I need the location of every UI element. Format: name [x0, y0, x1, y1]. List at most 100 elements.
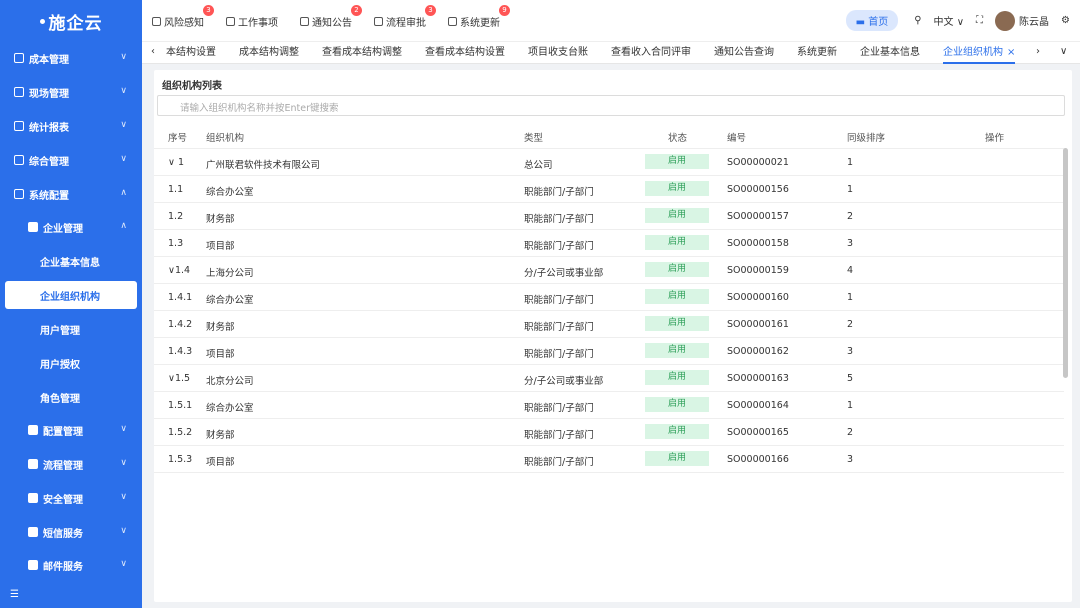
sidebar-item-10[interactable]: 角色管理 [0, 383, 142, 411]
cell-sort: 2 [847, 319, 854, 330]
sidebar-item-label: 企业管理 [43, 223, 83, 235]
search-icon[interactable]: ⚲ [914, 15, 921, 26]
cell-type: 分/子公司或事业部 [524, 268, 604, 279]
cell-code: SO00000159 [727, 265, 789, 276]
collapse-menu-icon[interactable]: ☰ [10, 589, 19, 600]
top-header: 风险感知 3 工作事项 通知公告 2 流程审批 3 系统更新 9 ▬ 首页 ⚲ 中文 ∨ ⛶ 陈… [142, 0, 1080, 42]
table-row[interactable]: 1.1 综合办公室 职能部门/子部门 启用 SO00000156 1 [154, 176, 1064, 203]
sidebar-item-label: 综合管理 [29, 156, 69, 168]
settings-gear-icon[interactable]: ⚙ [1061, 15, 1070, 26]
sidebar-item-4[interactable]: 系统配置 ∧ [0, 180, 142, 208]
language-select[interactable]: 中文 ∨ [934, 13, 965, 28]
table-row[interactable]: 1.5.1 综合办公室 职能部门/子部门 启用 SO00000164 1 [154, 392, 1064, 419]
tab-1[interactable]: 成本结构调整 [239, 42, 299, 64]
table-row[interactable]: 1.5.3 项目部 职能部门/子部门 启用 SO00000166 3 [154, 446, 1064, 473]
cell-no: 1.5.3 [168, 454, 193, 465]
logo[interactable]: 施企云 [0, 0, 142, 42]
table-row[interactable]: ∨1.4 上海分公司 分/子公司或事业部 启用 SO00000159 4 [154, 257, 1064, 284]
cell-code: SO00000163 [727, 373, 789, 384]
cell-no: 1.4.3 [168, 346, 193, 357]
tabs-menu-chevron-icon[interactable]: ∨ [1060, 46, 1067, 57]
tab-9[interactable]: 企业组织机构 × [943, 42, 1016, 64]
header-nav-item-3[interactable]: 流程审批 3 [374, 5, 436, 29]
tab-3[interactable]: 查看成本结构设置 [425, 42, 505, 64]
sidebar-item-label: 用户授权 [40, 359, 80, 371]
sidebar-item-6[interactable]: 企业基本信息 [0, 247, 142, 275]
sidebar-item-1[interactable]: 现场管理 ∨ [0, 78, 142, 106]
tab-7[interactable]: 系统更新 [797, 42, 837, 64]
sidebar-item-2[interactable]: 统计报表 ∨ [0, 112, 142, 140]
table-row[interactable]: ∨ 1 广州联君软件技术有限公司 总公司 启用 SO00000021 1 [154, 149, 1064, 176]
sidebar-item-7[interactable]: 企业组织机构 [5, 281, 137, 309]
tabs-scroll-right-icon[interactable]: › [1036, 46, 1040, 57]
chevron-icon: ∨ [120, 458, 127, 468]
table-row[interactable]: 1.4.1 综合办公室 职能部门/子部门 启用 SO00000160 1 [154, 284, 1064, 311]
sidebar-item-15[interactable]: 邮件服务 ∨ [0, 551, 142, 579]
cell-org: 财务部 [206, 430, 235, 441]
cell-code: SO00000156 [727, 184, 789, 195]
table-row[interactable]: 1.5.2 财务部 职能部门/子部门 启用 SO00000165 2 [154, 419, 1064, 446]
status-badge: 启用 [645, 289, 709, 304]
table-row[interactable]: 1.2 财务部 职能部门/子部门 启用 SO00000157 2 [154, 203, 1064, 230]
sidebar-item-12[interactable]: 流程管理 ∨ [0, 450, 142, 478]
cell-code: SO00000165 [727, 427, 789, 438]
tab-label: 本结构设置 [166, 47, 216, 58]
close-tab-icon[interactable]: × [1007, 47, 1015, 58]
sidebar-item-11[interactable]: 配置管理 ∨ [0, 416, 142, 444]
cell-sort: 5 [847, 373, 854, 384]
tab-2[interactable]: 查看成本结构调整 [322, 42, 402, 64]
cell-org: 综合办公室 [206, 295, 254, 306]
tab-6[interactable]: 通知公告查询 [714, 42, 774, 64]
table-row[interactable]: 1.4.2 财务部 职能部门/子部门 启用 SO00000161 2 [154, 311, 1064, 338]
sidebar-item-14[interactable]: 短信服务 ∨ [0, 518, 142, 546]
cell-type: 职能部门/子部门 [524, 295, 594, 306]
app: 施企云 成本管理 ∨ 现场管理 ∨ 统计报表 ∨ 综合管理 ∨ 系统配置 ∧ 企业管理 ∧ 企业基本信息… [0, 0, 1080, 608]
status-cell: 启用 [645, 181, 709, 196]
fullscreen-icon[interactable]: ⛶ [976, 15, 983, 26]
cell-no: 1.3 [168, 238, 184, 249]
header-nav-item-4[interactable]: 系统更新 9 [448, 5, 510, 29]
table-header: 序号 组织机构 类型 状态 编号 同级排序 操作 [154, 122, 1064, 149]
status-badge: 启用 [645, 262, 709, 277]
cell-org: 综合办公室 [206, 187, 254, 198]
tab-bar: ‹ 本结构设置 成本结构调整 查看成本结构调整 查看成本结构设置 项目收支台账 查看收入合… [142, 42, 1080, 64]
cell-sort: 3 [847, 346, 854, 357]
table-body: ∨ 1 广州联君软件技术有限公司 总公司 启用 SO00000021 1 1.1 综合办公室职… [154, 149, 1064, 473]
tab-5[interactable]: 查看收入合同评审 [611, 42, 691, 64]
table-row[interactable]: ∨1.5 北京分公司 分/子公司或事业部 启用 SO00000163 5 [154, 365, 1064, 392]
chevron-icon: ∨ [120, 120, 127, 130]
home-button[interactable]: ▬ 首页 [845, 10, 899, 31]
org-search-input[interactable]: 请输入组织机构名称并按Enter键搜索 [157, 95, 1065, 116]
menu-item-icon [28, 222, 38, 232]
cell-org: 财务部 [206, 322, 235, 333]
header-nav-item-0[interactable]: 风险感知 3 [152, 5, 214, 29]
header-nav-item-2[interactable]: 通知公告 2 [300, 5, 362, 29]
sidebar-item-0[interactable]: 成本管理 ∨ [0, 44, 142, 72]
cell-sort: 1 [847, 400, 854, 411]
sidebar-item-label: 企业基本信息 [40, 257, 100, 269]
avatar[interactable] [995, 10, 1016, 31]
col-sort: 同级排序 [847, 133, 886, 144]
cell-sort: 3 [847, 454, 854, 465]
menu-item-icon [28, 425, 38, 435]
notification-badge: 3 [425, 5, 436, 16]
table-row[interactable]: 1.3 项目部 职能部门/子部门 启用 SO00000158 3 [154, 230, 1064, 257]
tab-8[interactable]: 企业基本信息 [860, 42, 920, 64]
sidebar-item-9[interactable]: 用户授权 [0, 349, 142, 377]
user-name[interactable]: 陈云晶 [1019, 13, 1049, 28]
table-row[interactable]: 1.4.3 项目部 职能部门/子部门 启用 SO00000162 3 [154, 338, 1064, 365]
status-badge: 启用 [645, 424, 709, 439]
tab-4[interactable]: 项目收支台账 [528, 42, 588, 64]
sidebar-item-5[interactable]: 企业管理 ∧ [0, 213, 142, 241]
sidebar-item-8[interactable]: 用户管理 [0, 315, 142, 343]
cell-no: 1.2 [168, 211, 184, 222]
sidebar-item-3[interactable]: 综合管理 ∨ [0, 146, 142, 174]
cell-sort: 3 [847, 238, 854, 249]
tabs-scroll-left-icon[interactable]: ‹ [151, 46, 155, 57]
vertical-scrollbar[interactable] [1063, 148, 1068, 378]
sidebar-item-13[interactable]: 安全管理 ∨ [0, 484, 142, 512]
nav-item-icon [374, 17, 383, 26]
header-nav-item-1[interactable]: 工作事项 [226, 14, 278, 29]
sidebar: 施企云 成本管理 ∨ 现场管理 ∨ 统计报表 ∨ 综合管理 ∨ 系统配置 ∧ 企业管理 ∧ 企业基本信息… [0, 0, 142, 608]
tab-0[interactable]: 本结构设置 [166, 42, 216, 64]
